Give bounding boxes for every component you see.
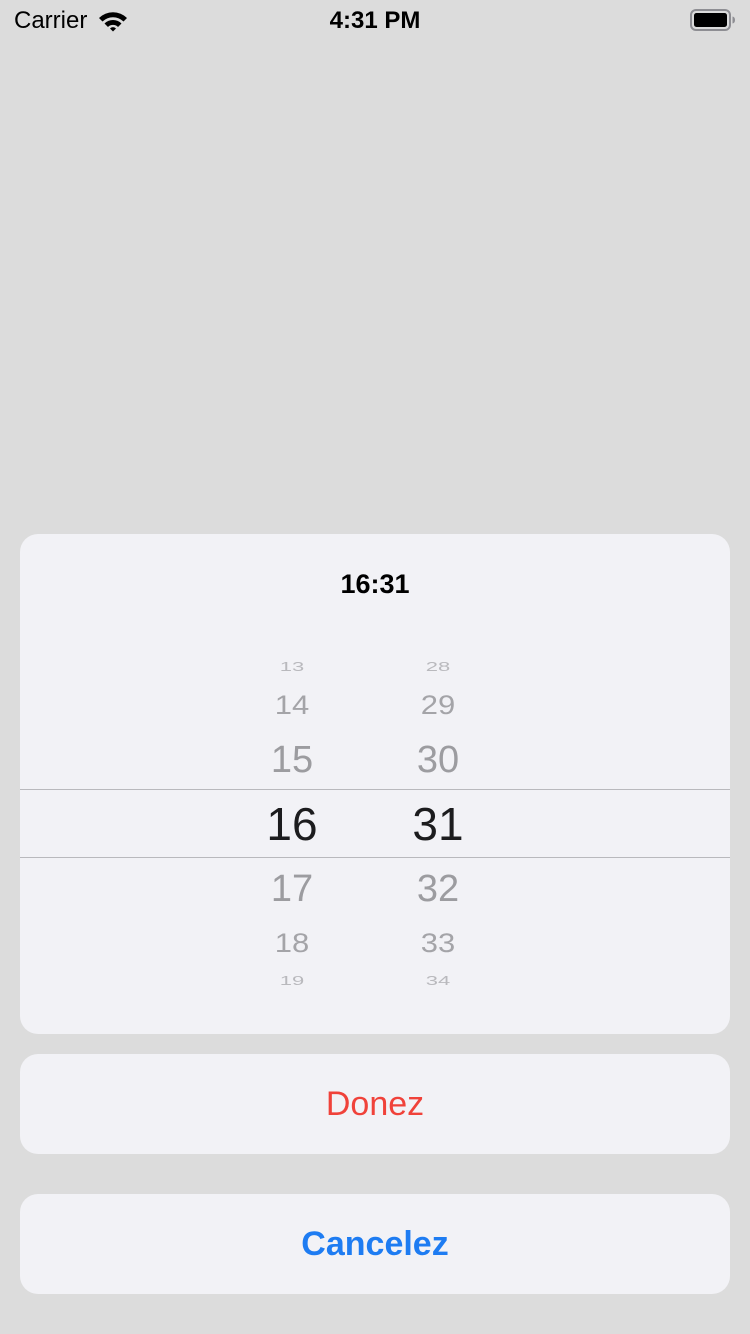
wheel-item-selected[interactable]: 31 bbox=[378, 799, 498, 849]
done-button[interactable]: Donez bbox=[20, 1054, 730, 1154]
wheel-item[interactable]: 32 bbox=[378, 869, 498, 909]
wheel-item[interactable]: 13 bbox=[232, 658, 352, 676]
wheel-item[interactable]: 33 bbox=[378, 927, 498, 959]
battery-icon bbox=[690, 9, 736, 31]
picker-title: 16:31 bbox=[340, 569, 410, 599]
time-picker-sheet: 16:31 13 14 15 16 17 18 19 28 29 30 31 3… bbox=[20, 534, 730, 1034]
status-bar: Carrier 4:31 PM bbox=[0, 0, 750, 40]
wheel-item[interactable]: 18 bbox=[232, 927, 352, 959]
wheel-item[interactable]: 29 bbox=[378, 689, 498, 721]
cancel-button[interactable]: Cancelez bbox=[20, 1194, 730, 1294]
wheel-item[interactable]: 28 bbox=[378, 658, 498, 676]
wheel-item-selected[interactable]: 16 bbox=[232, 799, 352, 849]
wheel-item[interactable]: 30 bbox=[378, 740, 498, 780]
selection-indicator bbox=[20, 789, 730, 858]
wheel-item[interactable]: 17 bbox=[232, 869, 352, 909]
hour-wheel[interactable]: 13 14 15 16 17 18 19 bbox=[232, 644, 352, 1000]
wheel-item[interactable]: 34 bbox=[378, 972, 498, 990]
wheel-item[interactable]: 19 bbox=[232, 972, 352, 990]
minute-wheel[interactable]: 28 29 30 31 32 33 34 bbox=[378, 644, 498, 1000]
wheel-item[interactable]: 14 bbox=[232, 689, 352, 721]
status-time: 4:31 PM bbox=[329, 7, 421, 34]
wheel-item[interactable]: 15 bbox=[232, 740, 352, 780]
